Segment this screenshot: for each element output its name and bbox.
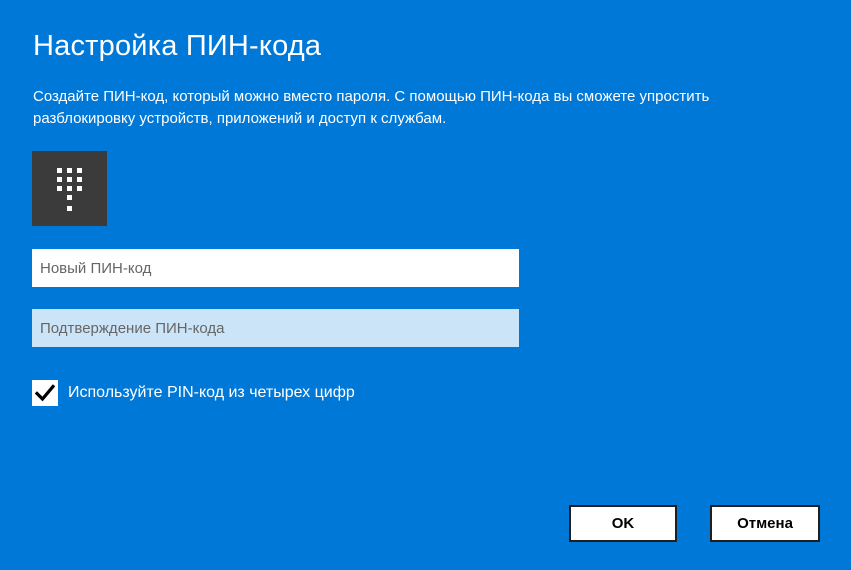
cancel-button[interactable]: Отмена [710, 505, 820, 542]
keypad-icon-graphic [57, 168, 82, 211]
new-pin-field[interactable] [32, 249, 519, 287]
confirm-pin-field[interactable] [32, 309, 519, 347]
dialog-description: Создайте ПИН-код, который можно вместо п… [33, 88, 710, 127]
four-digit-pin-checkbox[interactable]: Используйте PIN-код из четырех цифр [32, 379, 355, 407]
keypad-icon [32, 151, 107, 226]
checkbox-box[interactable] [32, 380, 58, 406]
pin-setup-dialog: Настройка ПИН-кода Создайте ПИН-код, кот… [0, 0, 851, 570]
checkmark-icon [35, 384, 55, 402]
ok-button[interactable]: OK [569, 505, 677, 542]
checkbox-label: Используйте PIN-код из четырех цифр [68, 384, 355, 401]
dialog-title: Настройка ПИН-кода [33, 30, 322, 62]
